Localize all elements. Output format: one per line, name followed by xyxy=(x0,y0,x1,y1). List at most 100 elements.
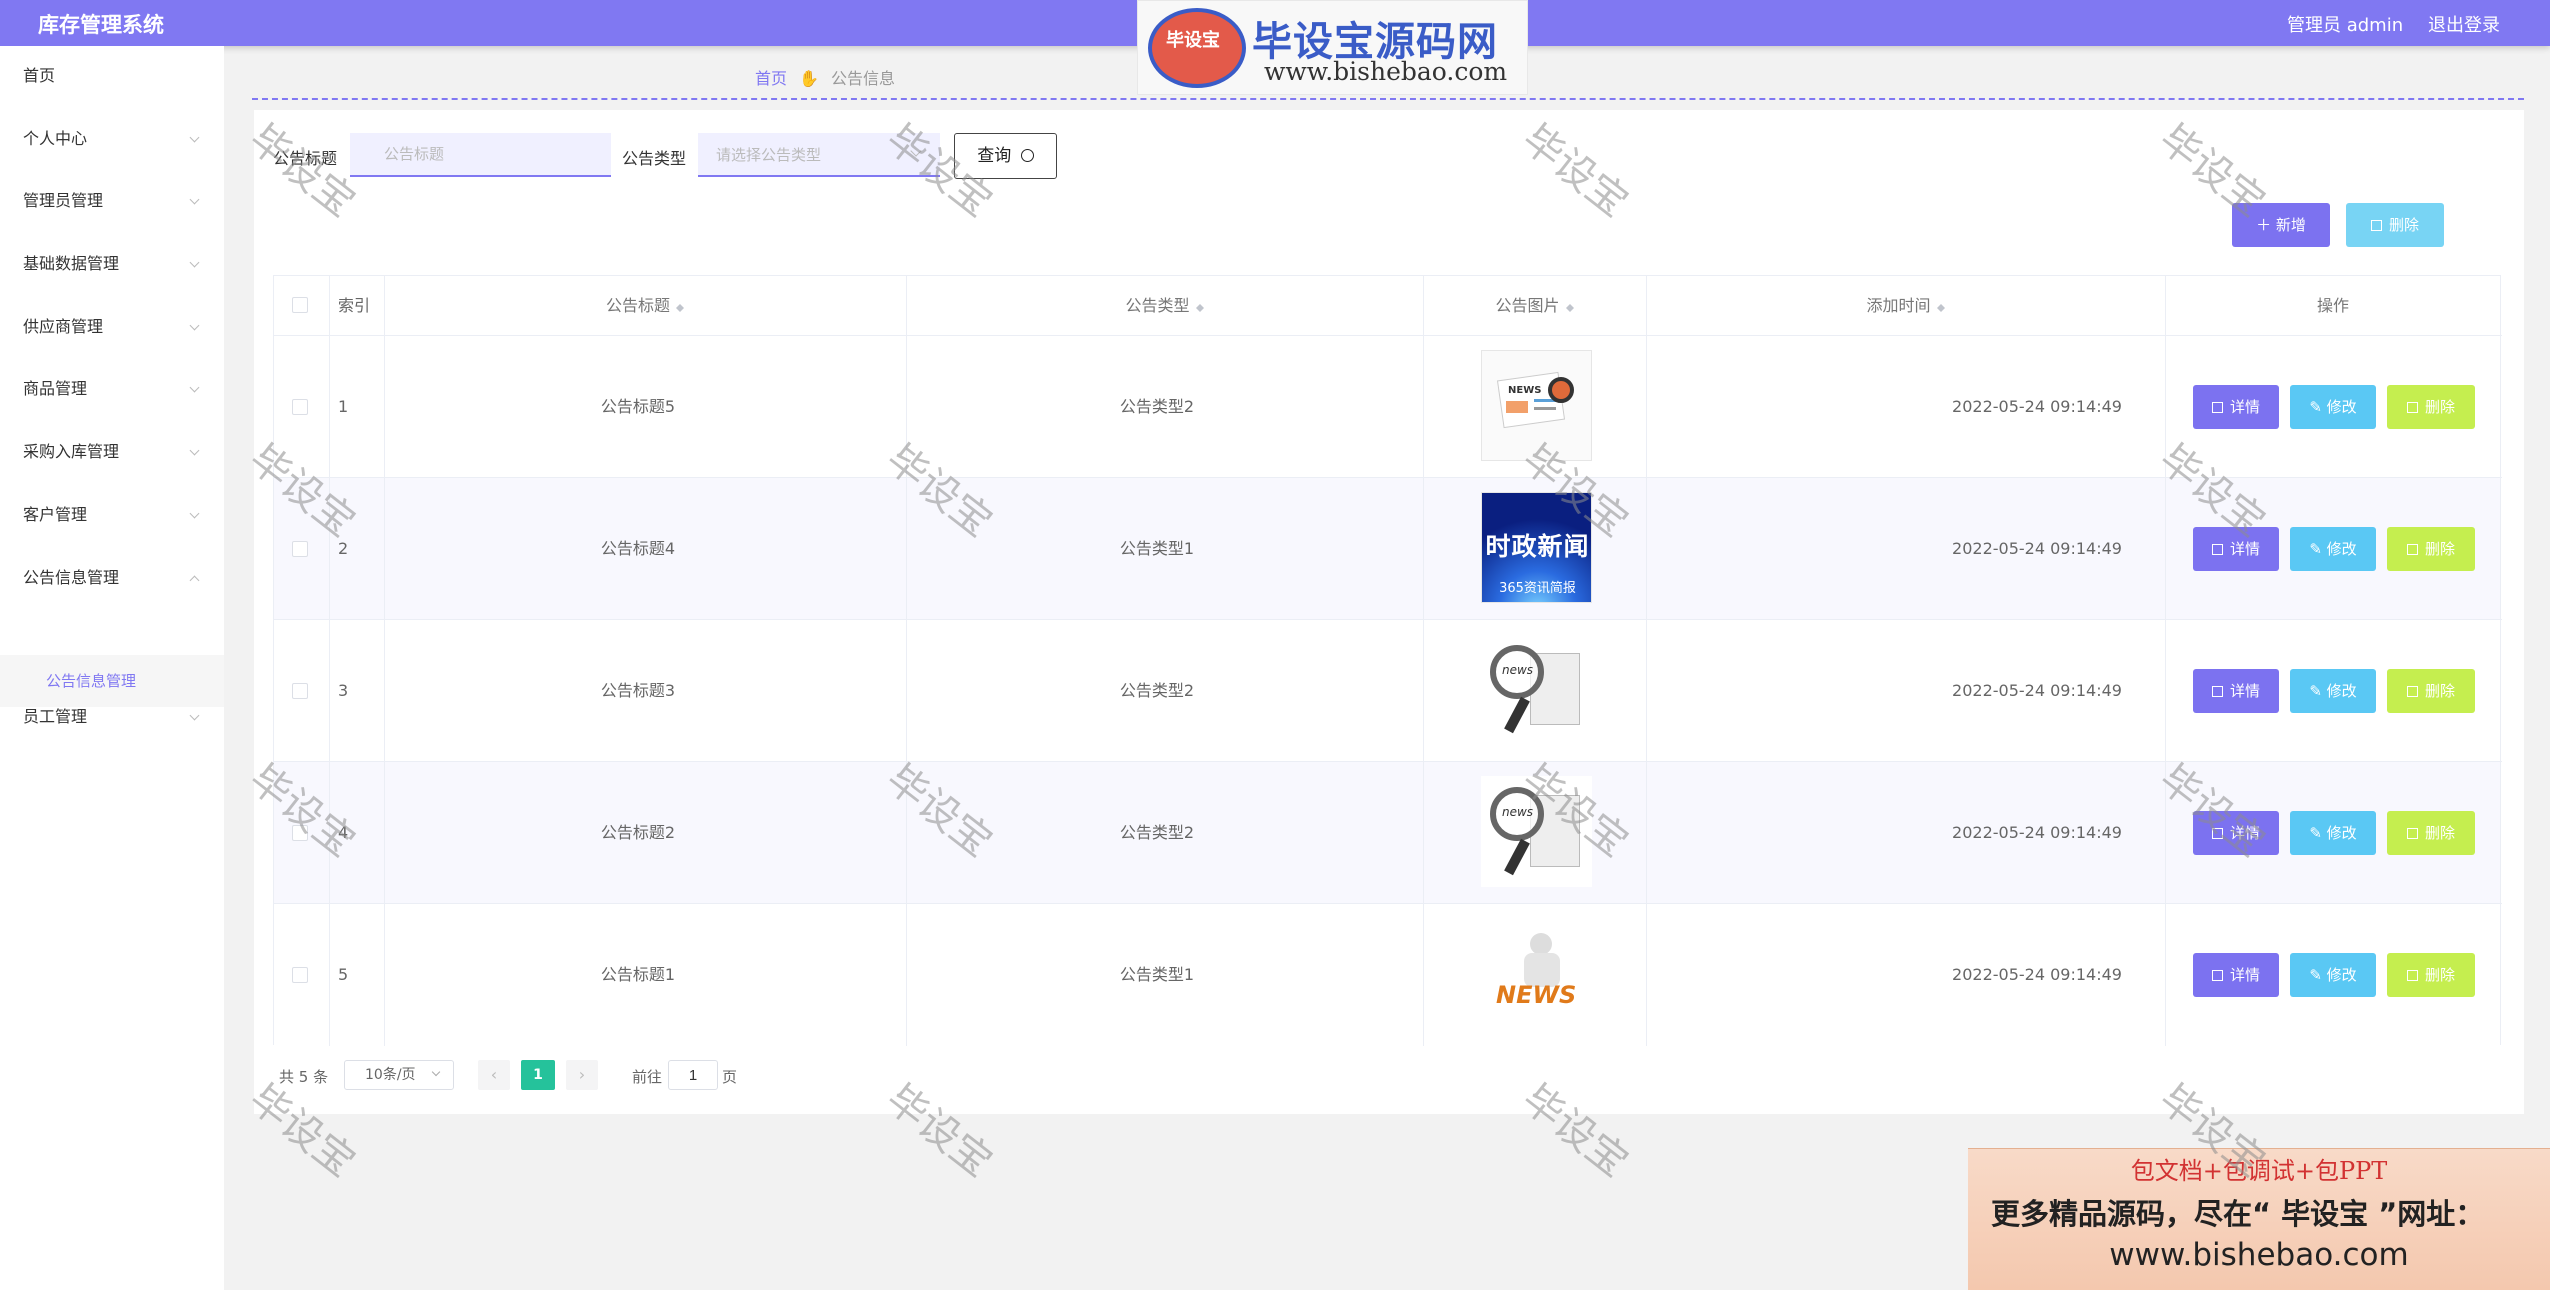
next-page-button[interactable]: › xyxy=(566,1060,598,1090)
row-type: 公告类型2 xyxy=(1119,681,1195,700)
breadcrumb-home[interactable]: 首页 xyxy=(755,69,787,88)
notice-table: 1 公告标题5 公告类型2 NEWS 2022-05-24 09:14:49 详… xyxy=(273,275,2502,1046)
query-button[interactable]: 查询 xyxy=(954,133,1057,179)
sort-icon xyxy=(1195,300,1204,314)
sidebar-item-goods[interactable]: 商品管理 xyxy=(0,367,224,411)
query-button-label: 查询 xyxy=(977,146,1012,166)
detail-button-label: 详情 xyxy=(2229,966,2260,984)
sidebar-item-supplier[interactable]: 供应商管理 xyxy=(0,305,224,349)
type-select[interactable]: 请选择公告类型 xyxy=(698,133,940,177)
pagination-total: 共 5 条 xyxy=(279,1068,329,1086)
row-checkbox[interactable] xyxy=(292,967,308,983)
header-image-label: 公告图片 xyxy=(1495,296,1560,315)
breadcrumb-current: 公告信息 xyxy=(830,69,895,88)
delete-button[interactable]: 删除 xyxy=(2387,527,2475,571)
row-title: 公告标题5 xyxy=(600,397,676,416)
sidebar-item-customer[interactable]: 客户管理 xyxy=(0,493,224,537)
header-actions: 操作 xyxy=(2316,296,2349,315)
delete-button[interactable]: 删除 xyxy=(2387,953,2475,997)
plus-icon: ＋ xyxy=(2256,216,2276,234)
select-all-checkbox[interactable] xyxy=(292,297,308,313)
sidebar-item-label: 公告信息管理 xyxy=(23,568,120,587)
detail-button-label: 详情 xyxy=(2229,824,2260,842)
document-icon xyxy=(2211,828,2223,839)
edit-button[interactable]: ✎ 修改 xyxy=(2290,669,2376,713)
chevron-down-icon xyxy=(189,194,200,205)
add-button[interactable]: ＋ 新增 xyxy=(2232,203,2330,247)
sort-icon xyxy=(1565,300,1574,314)
row-title: 公告标题4 xyxy=(600,539,676,558)
title-search-input[interactable] xyxy=(350,133,611,177)
current-user: 管理员 admin xyxy=(2287,15,2404,36)
sort-icon xyxy=(1936,300,1945,314)
sidebar-item-staff[interactable]: 员工管理 xyxy=(0,695,224,739)
delete-button-label: 删除 xyxy=(2424,966,2455,984)
header-title[interactable]: 公告标题 xyxy=(384,276,906,335)
detail-button[interactable]: 详情 xyxy=(2193,953,2279,997)
chevron-down-icon xyxy=(189,257,200,268)
delete-button[interactable]: 删除 xyxy=(2387,669,2475,713)
edit-button[interactable]: ✎ 修改 xyxy=(2290,953,2376,997)
promo-line-3: www.bishebao.com xyxy=(2109,1237,2409,1273)
detail-button[interactable]: 详情 xyxy=(2193,385,2279,429)
edit-button-label: 修改 xyxy=(2326,398,2357,416)
title-search-label: 公告标题 xyxy=(273,149,338,168)
sidebar-item-label: 个人中心 xyxy=(23,129,88,148)
sidebar-item-admin-management[interactable]: 管理员管理 xyxy=(0,179,224,223)
sidebar-item-home[interactable]: 首页 xyxy=(0,54,224,98)
edit-button[interactable]: ✎ 修改 xyxy=(2290,527,2376,571)
add-button-label: 新增 xyxy=(2275,216,2306,234)
chevron-down-icon xyxy=(189,445,200,456)
row-checkbox[interactable] xyxy=(292,541,308,557)
delete-button[interactable]: 删除 xyxy=(2387,811,2475,855)
chevron-up-icon xyxy=(189,575,200,586)
notice-image: NEWS xyxy=(1481,350,1592,461)
hand-icon: ✋ xyxy=(799,69,819,88)
row-title: 公告标题3 xyxy=(600,681,676,700)
row-type: 公告类型2 xyxy=(1119,823,1195,842)
jump-suffix: 页 xyxy=(722,1068,738,1086)
edit-button[interactable]: ✎ 修改 xyxy=(2290,811,2376,855)
prev-page-button[interactable]: ‹ xyxy=(478,1060,510,1090)
trash-icon xyxy=(2406,828,2418,839)
chevron-down-icon xyxy=(189,508,200,519)
detail-button[interactable]: 详情 xyxy=(2193,811,2279,855)
logout-link[interactable]: 退出登录 xyxy=(2428,11,2500,37)
header-image[interactable]: 公告图片 xyxy=(1423,276,1646,335)
column-divider xyxy=(2165,276,2166,1046)
logo-emblem-text: 毕设宝 xyxy=(1166,30,1220,51)
sidebar-item-label: 首页 xyxy=(23,66,56,85)
detail-button[interactable]: 详情 xyxy=(2193,527,2279,571)
promo-banner: 包文档+包调试+包PPT 更多精品源码，尽在“ 毕设宝 ”网址： www.bis… xyxy=(1968,1148,2550,1290)
table-row: 5 公告标题1 公告类型1 NEWS 2022-05-24 09:14:49 详… xyxy=(274,904,2500,1046)
sidebar-item-notice-management[interactable]: 公告信息管理 xyxy=(0,556,224,600)
detail-button[interactable]: 详情 xyxy=(2193,669,2279,713)
document-icon xyxy=(2211,402,2223,413)
promo-line-1: 包文档+包调试+包PPT xyxy=(2130,1157,2388,1185)
header-type[interactable]: 公告类型 xyxy=(906,276,1423,335)
sidebar-item-purchase-inbound[interactable]: 采购入库管理 xyxy=(0,430,224,474)
row-checkbox[interactable] xyxy=(292,683,308,699)
column-divider xyxy=(329,276,330,1046)
promo-line-2: 更多精品源码，尽在“ 毕设宝 ”网址： xyxy=(1991,1197,2485,1231)
logo-emblem: 毕设宝 xyxy=(1148,8,1246,88)
search-icon xyxy=(1020,149,1034,162)
jump-prefix: 前往 xyxy=(632,1068,663,1086)
row-checkbox[interactable] xyxy=(292,399,308,415)
page-1-button[interactable]: 1 xyxy=(521,1060,555,1090)
table-row: 1 公告标题5 公告类型2 NEWS 2022-05-24 09:14:49 详… xyxy=(274,336,2500,478)
row-divider xyxy=(274,903,2502,904)
header-time[interactable]: 添加时间 xyxy=(1646,276,2165,335)
row-type: 公告类型2 xyxy=(1119,397,1195,416)
edit-button[interactable]: ✎ 修改 xyxy=(2290,385,2376,429)
sidebar-item-base-data[interactable]: 基础数据管理 xyxy=(0,242,224,286)
delete-button[interactable]: 删除 xyxy=(2387,385,2475,429)
document-icon xyxy=(2211,686,2223,697)
sidebar-item-personal-center[interactable]: 个人中心 xyxy=(0,117,224,161)
notice-image: news xyxy=(1481,776,1592,887)
batch-delete-button[interactable]: 删除 xyxy=(2346,203,2444,247)
row-checkbox[interactable] xyxy=(292,825,308,841)
page-jump-input[interactable] xyxy=(668,1060,718,1090)
delete-button-label: 删除 xyxy=(2424,682,2455,700)
page-size-select[interactable]: 10条/页 xyxy=(344,1060,454,1090)
